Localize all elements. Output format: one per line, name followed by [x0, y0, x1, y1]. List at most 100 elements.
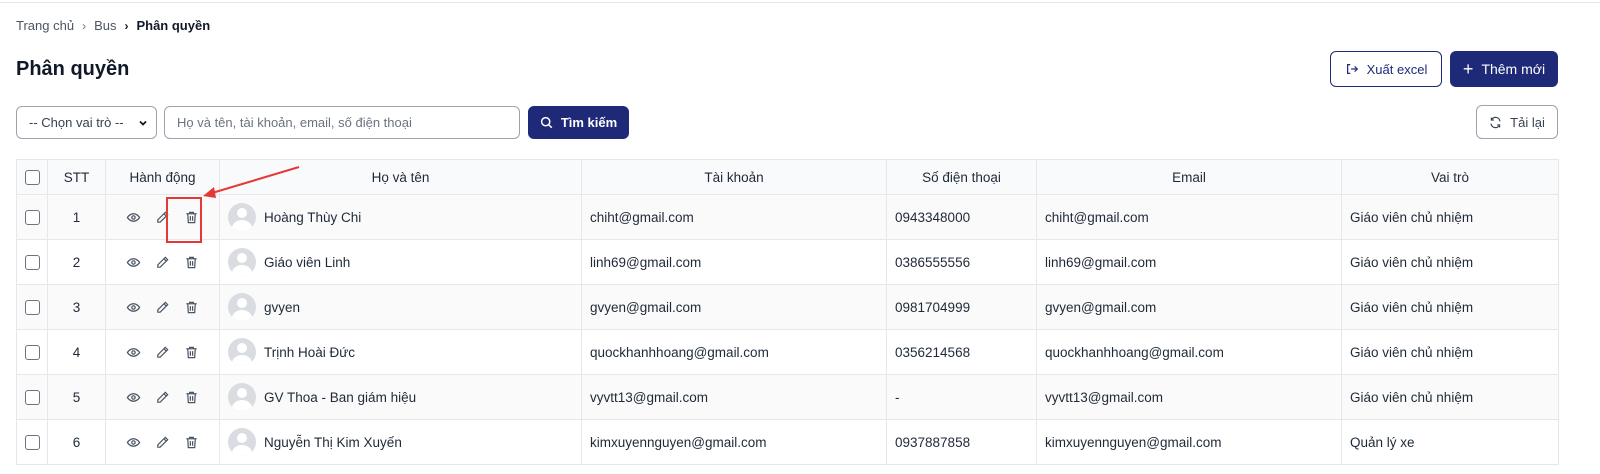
row-name: gvyen: [219, 284, 582, 330]
table-row[interactable]: 3 gvyen gvyen@gmail.com 0981704999 gvyen…: [16, 284, 1559, 330]
row-email: chiht@gmail.com: [1036, 194, 1342, 240]
header-account: Tài khoản: [581, 159, 887, 195]
row-name-text: GV Thoa - Ban giám hiệu: [264, 389, 417, 405]
row-name: Trịnh Hoài Đức: [219, 329, 582, 375]
trash-icon[interactable]: [184, 390, 199, 405]
avatar: [228, 338, 256, 366]
trash-icon[interactable]: [184, 255, 199, 270]
pencil-icon[interactable]: [155, 255, 170, 270]
trash-icon[interactable]: [184, 345, 199, 360]
avatar: [228, 383, 256, 411]
reload-button[interactable]: Tải lại: [1476, 105, 1558, 139]
row-checkbox[interactable]: [25, 344, 40, 360]
row-actions: [105, 239, 220, 285]
row-phone: 0937887858: [886, 419, 1037, 465]
chevron-right-icon: ›: [124, 18, 129, 33]
table-header-row: STT Hành động Họ và tên Tài khoản Số điệ…: [16, 159, 1559, 195]
table-row[interactable]: 5 GV Thoa - Ban giám hiệu vyvtt13@gmail.…: [16, 374, 1559, 420]
row-actions: [105, 194, 220, 240]
add-new-button[interactable]: + Thêm mới: [1450, 51, 1558, 87]
row-select[interactable]: [16, 374, 48, 420]
pencil-icon[interactable]: [155, 390, 170, 405]
select-all-checkbox[interactable]: [24, 169, 40, 185]
row-actions: [105, 329, 220, 375]
row-role: Giáo viên chủ nhiệm: [1341, 329, 1559, 375]
row-name-text: gvyen: [264, 299, 301, 315]
row-account: kimxuyennguyen@gmail.com: [581, 419, 887, 465]
header-select-all[interactable]: [16, 159, 48, 195]
breadcrumb: Trang chủ › Bus › Phân quyền: [16, 18, 210, 33]
search-button[interactable]: Tìm kiếm: [528, 106, 629, 139]
row-select[interactable]: [16, 194, 48, 240]
row-account: gvyen@gmail.com: [581, 284, 887, 330]
row-phone: -: [886, 374, 1037, 420]
row-name-text: Hoàng Thùy Chi: [264, 209, 362, 225]
eye-icon[interactable]: [126, 345, 141, 360]
row-select[interactable]: [16, 329, 48, 375]
row-phone: 0386555556: [886, 239, 1037, 285]
row-role: Giáo viên chủ nhiệm: [1341, 239, 1559, 285]
role-select-value: -- Chọn vai trò --: [29, 115, 124, 130]
trash-icon[interactable]: [184, 435, 199, 450]
page-title: Phân quyền: [16, 58, 130, 80]
pencil-icon[interactable]: [155, 345, 170, 360]
refresh-icon: [1490, 116, 1501, 128]
row-actions: [105, 419, 220, 465]
export-excel-label: Xuất excel: [1366, 61, 1428, 77]
row-name-text: Giáo viên Linh: [264, 254, 351, 270]
row-checkbox[interactable]: [25, 254, 40, 270]
row-name: Giáo viên Linh: [219, 239, 582, 285]
row-select[interactable]: [16, 239, 48, 285]
row-account: quockhanhhoang@gmail.com: [581, 329, 887, 375]
row-stt: 2: [47, 239, 106, 285]
eye-icon[interactable]: [126, 255, 141, 270]
search-button-label: Tìm kiếm: [560, 115, 618, 130]
breadcrumb-bus[interactable]: Bus: [94, 18, 116, 33]
table-row[interactable]: 1 Hoàng Thùy Chi chiht@gmail.com 0943348…: [16, 194, 1559, 240]
search-input[interactable]: [164, 106, 520, 139]
users-table: STT Hành động Họ và tên Tài khoản Số điệ…: [16, 159, 1559, 465]
header-stt: STT: [47, 159, 106, 195]
row-email: linh69@gmail.com: [1036, 239, 1342, 285]
row-stt: 6: [47, 419, 106, 465]
breadcrumb-home[interactable]: Trang chủ: [16, 18, 74, 33]
row-phone: 0943348000: [886, 194, 1037, 240]
eye-icon[interactable]: [126, 435, 141, 450]
eye-icon[interactable]: [126, 300, 141, 315]
header-name: Họ và tên: [219, 159, 582, 195]
row-checkbox[interactable]: [25, 299, 40, 315]
row-email: kimxuyennguyen@gmail.com: [1036, 419, 1342, 465]
row-role: Giáo viên chủ nhiệm: [1341, 194, 1559, 240]
role-select[interactable]: -- Chọn vai trò --: [16, 106, 157, 139]
row-select[interactable]: [16, 284, 48, 330]
eye-icon[interactable]: [126, 390, 141, 405]
avatar: [228, 248, 256, 276]
pencil-icon[interactable]: [155, 435, 170, 450]
row-phone: 0356214568: [886, 329, 1037, 375]
table-row[interactable]: 4 Trịnh Hoài Đức quockhanhhoang@gmail.co…: [16, 329, 1559, 375]
row-role: Quản lý xe: [1341, 419, 1559, 465]
eye-icon[interactable]: [126, 210, 141, 225]
row-name: GV Thoa - Ban giám hiệu: [219, 374, 582, 420]
add-new-label: Thêm mới: [1481, 61, 1546, 77]
row-email: vyvtt13@gmail.com: [1036, 374, 1342, 420]
row-checkbox[interactable]: [25, 389, 40, 405]
row-checkbox[interactable]: [25, 434, 40, 450]
table-row[interactable]: 2 Giáo viên Linh linh69@gmail.com 038655…: [16, 239, 1559, 285]
row-select[interactable]: [16, 419, 48, 465]
row-checkbox[interactable]: [25, 209, 40, 225]
reload-label: Tải lại: [1510, 114, 1545, 130]
plus-icon: +: [1462, 59, 1474, 79]
row-name-text: Nguyễn Thị Kim Xuyến: [264, 434, 402, 450]
row-account: chiht@gmail.com: [581, 194, 887, 240]
row-email: quockhanhhoang@gmail.com: [1036, 329, 1342, 375]
avatar: [228, 293, 256, 321]
row-stt: 3: [47, 284, 106, 330]
table-row[interactable]: 6 Nguyễn Thị Kim Xuyến kimxuyennguyen@gm…: [16, 419, 1559, 465]
row-stt: 1: [47, 194, 106, 240]
row-phone: 0981704999: [886, 284, 1037, 330]
trash-icon[interactable]: [184, 300, 199, 315]
avatar: [228, 203, 256, 231]
pencil-icon[interactable]: [155, 300, 170, 315]
export-excel-button[interactable]: Xuất excel: [1330, 51, 1442, 87]
